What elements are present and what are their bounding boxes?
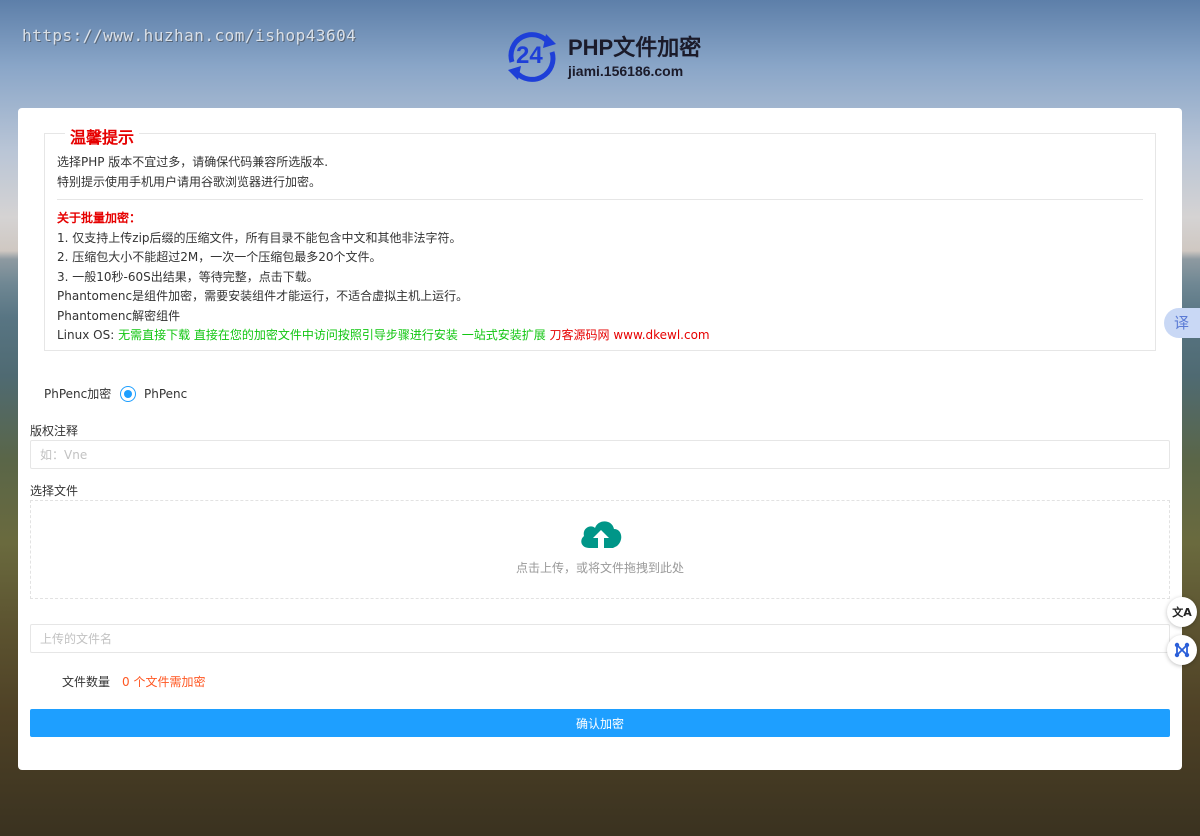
encrypt-panel: 温馨提示 选择PHP 版本不宜过多，请确保代码兼容所选版本. 特别提示使用手机用… xyxy=(18,108,1182,770)
cloud-upload-icon xyxy=(579,518,623,553)
confirm-encrypt-button[interactable]: 确认加密 xyxy=(30,709,1170,737)
network-icon[interactable] xyxy=(1167,635,1197,665)
logo-24-icon: 24 xyxy=(502,28,562,86)
phpenc-radio[interactable] xyxy=(120,385,136,402)
file-upload-dropzone[interactable]: 点击上传，或将文件拖拽到此处 xyxy=(30,500,1170,599)
tip-line: Phantomenc解密组件 xyxy=(57,308,181,323)
tip-line: 1. 仅支持上传zip后缀的压缩文件，所有目录不能包含中文和其他非法字符。 xyxy=(57,230,462,245)
linux-prefix: Linux OS: xyxy=(57,328,119,342)
tip-line: 2. 压缩包大小不能超过2M，一次一个压缩包最多20个文件。 xyxy=(57,250,382,264)
file-count-row: 文件数量 0 个文件需加密 xyxy=(62,673,205,690)
site-logo[interactable]: 24 PHP文件加密 jiami.156186.com xyxy=(502,28,701,86)
file-count-value: 0 个文件需加密 xyxy=(122,675,206,689)
file-label: 选择文件 xyxy=(30,484,79,498)
logo-title: PHP文件加密 xyxy=(568,34,702,60)
translate-icon[interactable]: 文A xyxy=(1167,597,1197,627)
copyright-input[interactable] xyxy=(30,440,1170,469)
linux-line: Linux OS: 无需直接下载 直接在您的加密文件中访问按照引导步骤进行安装 … xyxy=(57,326,1143,346)
encrypt-type-row: PhPenc加密 PhPenc xyxy=(44,385,187,402)
encrypt-type-label: PhPenc加密 xyxy=(44,387,112,401)
logo-badge-number: 24 xyxy=(516,42,543,69)
tip-line: Phantomenc是组件加密，需要安装组件才能运行，不适合虚拟主机上运行。 xyxy=(57,289,469,303)
phpenc-radio-label[interactable]: PhPenc xyxy=(144,387,187,401)
upload-hint: 点击上传，或将文件拖拽到此处 xyxy=(515,561,684,575)
tip-line: 3. 一般10秒-60S出结果，等待完整，点击下载。 xyxy=(57,269,319,284)
watermark-url: https://www.huzhan.com/ishop43604 xyxy=(22,26,357,45)
tips-legend: 温馨提示 xyxy=(65,124,140,148)
linux-install-link[interactable]: 无需直接下载 直接在您的加密文件中访问按照引导步骤进行安装 一站式安装扩展 xyxy=(118,328,549,342)
copyright-label: 版权注释 xyxy=(30,424,79,438)
file-count-label: 文件数量 xyxy=(62,675,111,689)
tip-line: 特别提示使用手机用户请用谷歌浏览器进行加密。 xyxy=(57,174,322,189)
dkewl-link[interactable]: 刀客源码网 www.dkewl.com xyxy=(550,328,710,342)
logo-domain: jiami.156186.com xyxy=(568,62,684,79)
translate-tab[interactable]: 译 xyxy=(1164,308,1200,338)
filename-input[interactable] xyxy=(30,624,1170,653)
tips-fieldset: 温馨提示 选择PHP 版本不宜过多，请确保代码兼容所选版本. 特别提示使用手机用… xyxy=(44,124,1156,351)
tips-divider xyxy=(57,199,1143,200)
tip-line: 选择PHP 版本不宜过多，请确保代码兼容所选版本. xyxy=(57,155,329,169)
translate-icon-glyph: 文A xyxy=(1172,606,1192,619)
batch-title: 关于批量加密： xyxy=(57,211,142,225)
